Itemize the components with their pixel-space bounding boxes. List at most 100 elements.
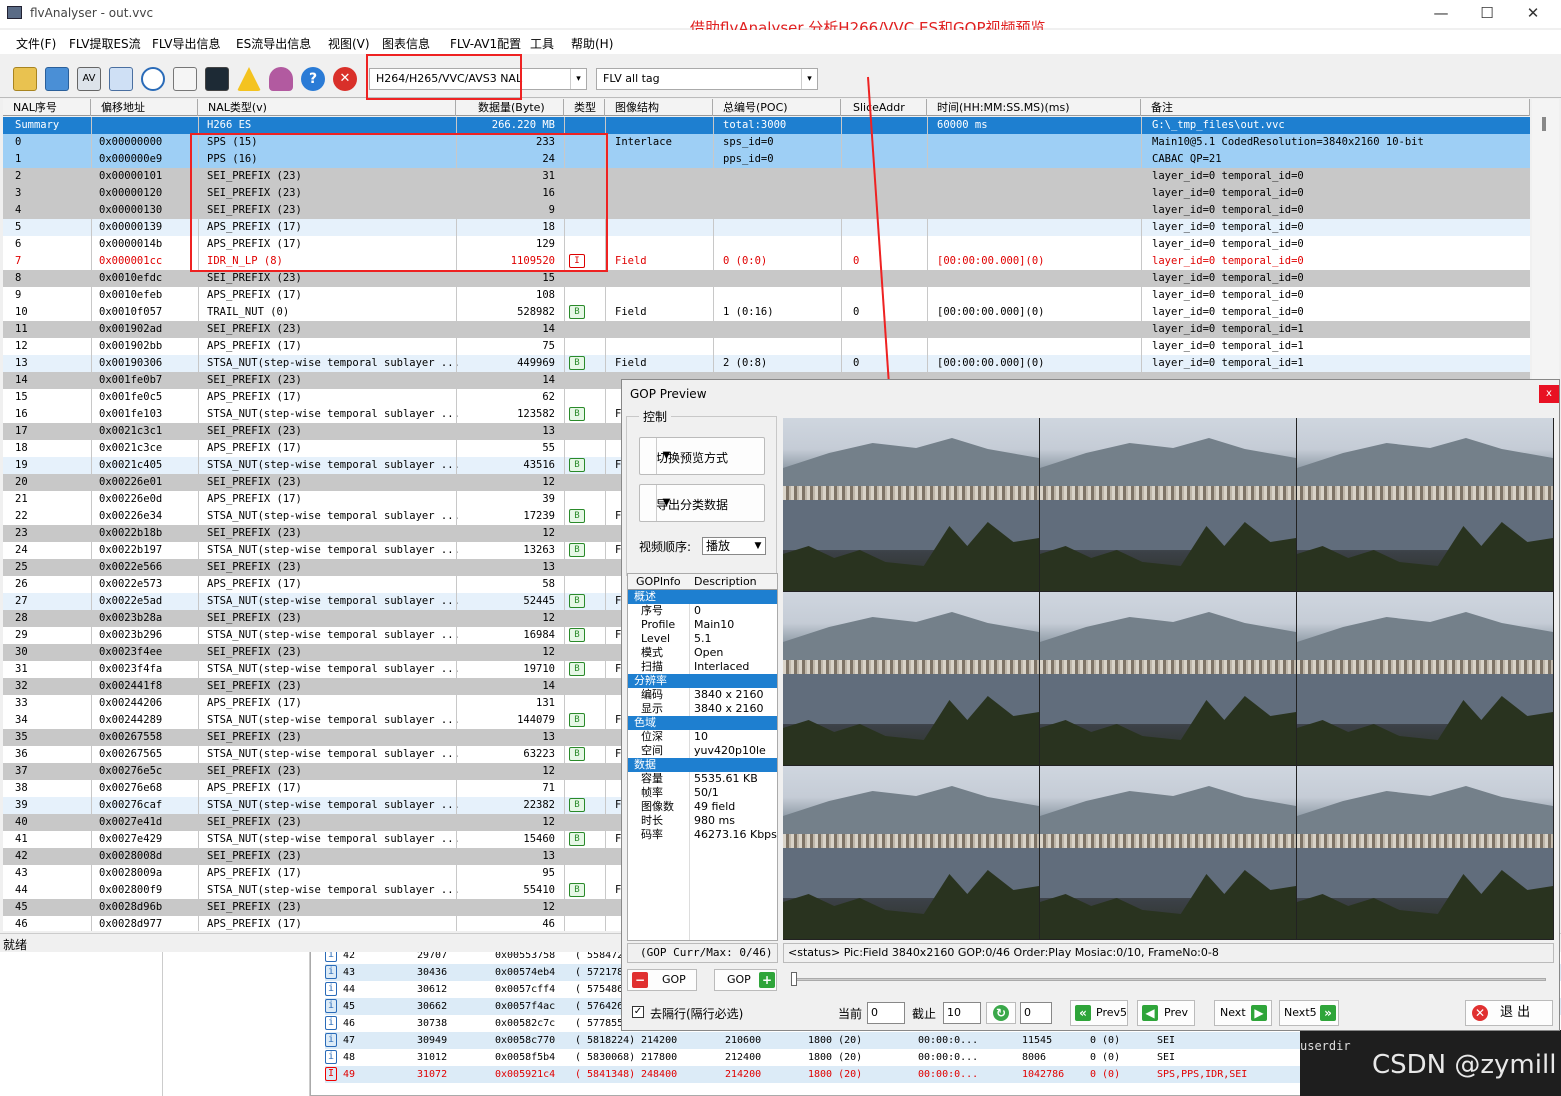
cell-nal-index: 10: [15, 306, 28, 318]
background-left-panel: [0, 945, 310, 1096]
col-nal-type[interactable]: NAL类型(v): [198, 99, 456, 116]
monitor-icon[interactable]: [205, 67, 229, 91]
table-row[interactable]: 8 0x0010efdc SEI_PREFIX (23) 15 layer_id=0 t…: [3, 270, 1530, 287]
info-row: Level 5.1: [628, 632, 777, 646]
cell-nal-index: 2: [15, 170, 22, 182]
frame-thumbnail[interactable]: [1297, 592, 1553, 765]
clock-icon[interactable]: [141, 67, 165, 91]
jump-input[interactable]: 0: [1020, 1002, 1052, 1024]
info-icon: i: [325, 1016, 337, 1030]
frame-thumbnail[interactable]: [783, 592, 1039, 765]
col-picture-structure[interactable]: 图像结构: [605, 99, 713, 116]
cell-nal-index: 15: [15, 391, 28, 403]
col-nal-index[interactable]: NAL序号: [3, 99, 91, 116]
gop-info-col[interactable]: GOPInfo: [636, 575, 681, 588]
prev5-button[interactable]: « Prev5: [1070, 1000, 1128, 1026]
open-folder-icon[interactable]: [13, 67, 37, 91]
gop-prev-button[interactable]: − GOP: [627, 969, 697, 991]
deinterlace-checkbox[interactable]: ✓: [632, 1006, 644, 1018]
windows-icon[interactable]: [109, 67, 133, 91]
col-time[interactable]: 时间(HH:MM:SS.MS)(ms): [927, 99, 1141, 116]
frame-thumbnail[interactable]: [1297, 766, 1553, 939]
next5-button[interactable]: Next5»: [1279, 1000, 1339, 1026]
next-button[interactable]: Next ▶: [1214, 1000, 1272, 1026]
gop-next-button[interactable]: GOP +: [714, 969, 777, 991]
table-row[interactable]: 11 0x001902ad SEI_PREFIX (23) 14 layer_id=0 …: [3, 321, 1530, 338]
jump-button[interactable]: ↻: [986, 1002, 1016, 1024]
info-value: yuv420p10le: [694, 744, 766, 757]
col-remark[interactable]: 备注: [1141, 99, 1530, 116]
chevron-down-icon[interactable]: ▼: [656, 485, 676, 521]
flv-tag-combo[interactable]: FLV all tag ▾: [596, 68, 818, 90]
menu-chart-info[interactable]: 图表信息: [382, 35, 430, 52]
menu-flv-av1-config[interactable]: FLV-AV1配置: [450, 35, 521, 52]
cell-offset: 0x00000130: [99, 204, 163, 216]
cell-nal-index: 46: [15, 918, 28, 930]
frame-thumbnail[interactable]: [1040, 766, 1296, 939]
cell-data-size: 528982: [517, 306, 555, 318]
frame-thumbnail[interactable]: [783, 418, 1039, 591]
cell-nal-index: 42: [15, 850, 28, 862]
frame-slider[interactable]: [785, 970, 1555, 994]
menu-flv-export[interactable]: FLV导出信息: [152, 35, 220, 52]
frame-thumbnail[interactable]: [1040, 418, 1296, 591]
col-poc[interactable]: 总编号(POC): [713, 99, 841, 116]
cell-nal-index: 36: [15, 748, 28, 760]
table-row[interactable]: Summary H266 ES 266.220 MB total:3000 60000 …: [3, 117, 1530, 134]
highlight-box: [190, 133, 608, 272]
user-icon[interactable]: [269, 67, 293, 91]
prev-button[interactable]: ◀ Prev: [1137, 1000, 1195, 1026]
info-value: 46273.16 Kbps: [694, 828, 777, 841]
av-icon[interactable]: AV: [77, 67, 101, 91]
bg-cell: 0x00582c7c: [495, 1018, 556, 1029]
menu-view[interactable]: 视图(V): [328, 35, 370, 52]
menu-flv-extract-es[interactable]: FLV提取ES流: [69, 35, 141, 52]
cell-nal-type: STSA_NUT(step-wise temporal sublayer ...: [207, 663, 460, 675]
current-input[interactable]: 0: [867, 1002, 905, 1024]
cell-nal-type: APS_PREFIX (17): [207, 442, 302, 454]
table-row[interactable]: 13 0x00190306 STSA_NUT(step-wise temporal …: [3, 355, 1530, 372]
warning-icon[interactable]: [237, 67, 261, 91]
frame-thumbnail[interactable]: [1297, 418, 1553, 591]
end-input[interactable]: 10: [943, 1002, 981, 1024]
cell-data-size: 17239: [523, 510, 555, 522]
frame-thumbnail[interactable]: [1040, 592, 1296, 765]
switch-preview-button[interactable]: 切换预览方式 ▼: [639, 437, 765, 475]
maximize-button[interactable]: ☐: [1464, 2, 1510, 24]
info-key: 扫描: [641, 660, 663, 673]
close-button[interactable]: ✕: [1510, 2, 1556, 24]
menu-help[interactable]: 帮助(H): [571, 35, 613, 52]
col-offset[interactable]: 偏移地址: [91, 99, 198, 116]
help-icon[interactable]: ?: [301, 67, 325, 91]
info-row: 帧率 50/1: [628, 786, 777, 800]
order-select[interactable]: 播放 ▼: [702, 537, 766, 555]
menu-file[interactable]: 文件(F): [16, 35, 56, 52]
menu-es-export[interactable]: ES流导出信息: [236, 35, 311, 52]
title-bar: flvAnalyser - out.vvc 借助flvAnalyser 分析H2…: [0, 0, 1561, 37]
minimize-button[interactable]: —: [1418, 2, 1464, 24]
table-row[interactable]: 12 0x001902bb APS_PREFIX (17) 75 layer_id=0 …: [3, 338, 1530, 355]
col-type[interactable]: 类型: [564, 99, 605, 116]
description-col[interactable]: Description: [694, 575, 757, 588]
chevron-down-icon[interactable]: ▼: [656, 438, 676, 474]
scrollbar-thumb[interactable]: [1542, 117, 1546, 131]
frame-thumbnail[interactable]: [783, 766, 1039, 939]
stop-icon[interactable]: ✕: [333, 67, 357, 91]
cell-offset: 0x0010efdc: [99, 272, 163, 284]
cell-offset: 0x00244206: [99, 697, 163, 709]
cell-offset: 0x0022e566: [99, 561, 163, 573]
table-row[interactable]: 9 0x0010efeb APS_PREFIX (17) 108 layer_id=0 …: [3, 287, 1530, 304]
col-data-size[interactable]: 数据量(Byte): [456, 99, 564, 116]
menu-tools[interactable]: 工具: [530, 35, 554, 52]
slider-handle[interactable]: [791, 972, 797, 986]
table-row[interactable]: 10 0x0010f057 TRAIL_NUT (0) 528982 B Field 1 (…: [3, 304, 1530, 321]
chart-icon[interactable]: [173, 67, 197, 91]
export-data-button[interactable]: 导出分类数据 ▼: [639, 484, 765, 522]
highlight-box: [366, 54, 522, 100]
gop-close-button[interactable]: x: [1539, 385, 1559, 403]
bg-cell: 30949: [417, 1035, 448, 1046]
cell-nal-type: SEI_PREFIX (23): [207, 323, 302, 335]
exit-button[interactable]: ✕ 退 出: [1465, 1000, 1553, 1026]
gop-info-list: GOPInfo Description 概述 序号 0 Profile Main10 Le…: [627, 573, 778, 941]
network-icon[interactable]: [45, 67, 69, 91]
